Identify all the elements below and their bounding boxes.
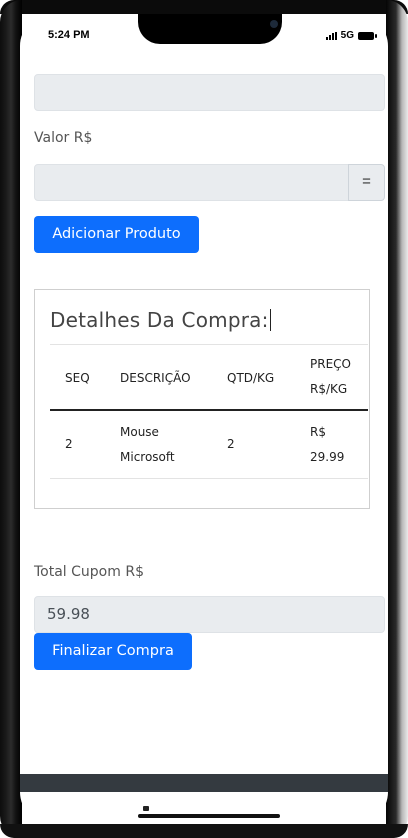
cell-quantity: 2 xyxy=(227,437,235,451)
cell-price-line2: 29.99 xyxy=(310,450,345,464)
header-description: DESCRIÇÃO xyxy=(120,371,191,385)
status-time: 5:24 PM xyxy=(48,29,90,41)
phone-bezel-left xyxy=(0,0,22,838)
lock-icon xyxy=(143,806,149,811)
purchase-details-card: Detalhes Da Compra: SEQ DESCRIÇÃO QTD/KG… xyxy=(34,289,370,509)
total-label: Total Cupom R$ xyxy=(34,564,144,580)
total-input[interactable]: 59.98 xyxy=(34,596,385,633)
cell-price-line1: R$ xyxy=(310,425,326,439)
text-cursor xyxy=(269,309,271,331)
signal-icon xyxy=(325,31,337,40)
phone-bezel-top xyxy=(0,0,408,14)
phone-bezel-bottom xyxy=(0,824,408,838)
header-price-line2: R$/KG xyxy=(310,382,348,396)
header-divider xyxy=(50,409,368,411)
footer-bar xyxy=(20,774,388,792)
add-product-button[interactable]: Adicionar Produto xyxy=(34,216,199,253)
battery-icon xyxy=(358,31,377,40)
camera-icon xyxy=(270,20,278,28)
phone-bezel-right xyxy=(386,0,408,838)
valor-input[interactable] xyxy=(34,164,349,201)
cell-description-line1: Mouse xyxy=(120,425,159,439)
row-divider xyxy=(50,478,368,479)
equals-button[interactable]: = xyxy=(348,164,385,201)
phone-notch xyxy=(138,14,282,44)
header-quantity: QTD/KG xyxy=(227,371,275,385)
details-title: Detalhes Da Compra: xyxy=(50,308,271,332)
header-seq: SEQ xyxy=(65,371,90,385)
cell-seq: 2 xyxy=(65,437,73,451)
header-price-line1: PREÇO xyxy=(310,357,351,371)
status-indicators: 5G xyxy=(325,30,377,41)
phone-screen: 5:24 PM 5G Valor R$ = Adicionar Produto … xyxy=(20,14,388,824)
home-indicator[interactable] xyxy=(138,814,280,818)
product-input[interactable] xyxy=(34,74,385,111)
finish-purchase-button[interactable]: Finalizar Compra xyxy=(34,633,192,670)
network-label: 5G xyxy=(340,30,354,41)
divider xyxy=(50,344,368,345)
valor-label: Valor R$ xyxy=(34,130,93,146)
cell-description-line2: Microsoft xyxy=(120,450,175,464)
